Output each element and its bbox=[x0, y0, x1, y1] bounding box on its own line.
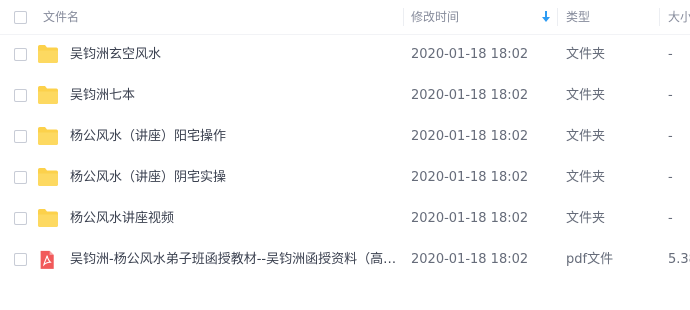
file-modified-time: 2020-01-18 18:02 bbox=[411, 129, 529, 144]
file-name[interactable]: 吴钧洲玄空风水 bbox=[70, 34, 398, 75]
file-type: 文件夹 bbox=[566, 88, 606, 103]
file-size: - bbox=[668, 170, 673, 185]
file-row[interactable]: 杨公风水（讲座）阳宅操作 2020-01-18 18:02 文件夹 - bbox=[0, 116, 690, 157]
file-size: - bbox=[668, 129, 673, 144]
column-divider[interactable] bbox=[403, 8, 404, 26]
column-header-modified[interactable]: 修改时间 bbox=[411, 0, 557, 34]
column-divider[interactable] bbox=[557, 8, 558, 26]
file-name[interactable]: 杨公风水讲座视频 bbox=[70, 198, 398, 239]
file-size: - bbox=[668, 47, 673, 62]
folder-icon bbox=[38, 86, 58, 104]
file-row[interactable]: 吴钧洲七本 2020-01-18 18:02 文件夹 - bbox=[0, 75, 690, 116]
file-size: 5.38 bbox=[668, 252, 690, 267]
file-size: - bbox=[668, 211, 673, 226]
folder-icon bbox=[38, 209, 58, 227]
column-header-size[interactable]: 大小 bbox=[668, 0, 690, 34]
select-all-checkbox[interactable] bbox=[14, 11, 27, 24]
file-type: pdf文件 bbox=[566, 252, 614, 267]
row-checkbox[interactable] bbox=[14, 253, 27, 266]
row-checkbox[interactable] bbox=[14, 48, 27, 61]
file-row[interactable]: 吴钧洲-杨公风水弟子班函授教材--吴钧洲函授资料（高级... 2020-01-1… bbox=[0, 239, 690, 280]
file-row[interactable]: 杨公风水讲座视频 2020-01-18 18:02 文件夹 - bbox=[0, 198, 690, 239]
column-divider[interactable] bbox=[659, 8, 660, 26]
pdf-icon bbox=[40, 250, 54, 269]
file-size: - bbox=[668, 88, 673, 103]
file-row[interactable]: 杨公风水（讲座）阴宅实操 2020-01-18 18:02 文件夹 - bbox=[0, 157, 690, 198]
file-rows: 吴钧洲玄空风水 2020-01-18 18:02 文件夹 - 吴钧洲七本 202… bbox=[0, 34, 690, 280]
file-type: 文件夹 bbox=[566, 170, 606, 185]
file-name[interactable]: 吴钧洲七本 bbox=[70, 75, 398, 116]
file-modified-time: 2020-01-18 18:02 bbox=[411, 88, 529, 103]
row-checkbox[interactable] bbox=[14, 212, 27, 225]
row-checkbox[interactable] bbox=[14, 130, 27, 143]
file-name[interactable]: 杨公风水（讲座）阳宅操作 bbox=[70, 116, 398, 157]
file-name[interactable]: 杨公风水（讲座）阴宅实操 bbox=[70, 157, 398, 198]
file-modified-time: 2020-01-18 18:02 bbox=[411, 47, 529, 62]
file-type: 文件夹 bbox=[566, 47, 606, 62]
file-modified-time: 2020-01-18 18:02 bbox=[411, 252, 529, 267]
folder-icon bbox=[38, 127, 58, 145]
file-type: 文件夹 bbox=[566, 211, 606, 226]
folder-icon bbox=[38, 45, 58, 63]
file-list: 文件名 修改时间 类型 大小 吴钧洲玄空风水 2020-01-18 18:02 … bbox=[0, 0, 690, 310]
row-checkbox[interactable] bbox=[14, 171, 27, 184]
file-type: 文件夹 bbox=[566, 129, 606, 144]
row-checkbox[interactable] bbox=[14, 89, 27, 102]
file-list-header: 文件名 修改时间 类型 大小 bbox=[0, 0, 690, 35]
folder-icon bbox=[38, 168, 58, 186]
file-row[interactable]: 吴钧洲玄空风水 2020-01-18 18:02 文件夹 - bbox=[0, 34, 690, 75]
file-modified-time: 2020-01-18 18:02 bbox=[411, 211, 529, 226]
file-name[interactable]: 吴钧洲-杨公风水弟子班函授教材--吴钧洲函授资料（高级... bbox=[70, 239, 398, 280]
sort-down-arrow-icon[interactable] bbox=[541, 11, 551, 23]
column-header-name[interactable]: 文件名 bbox=[43, 0, 393, 34]
file-modified-time: 2020-01-18 18:02 bbox=[411, 170, 529, 185]
column-header-type[interactable]: 类型 bbox=[566, 0, 666, 34]
